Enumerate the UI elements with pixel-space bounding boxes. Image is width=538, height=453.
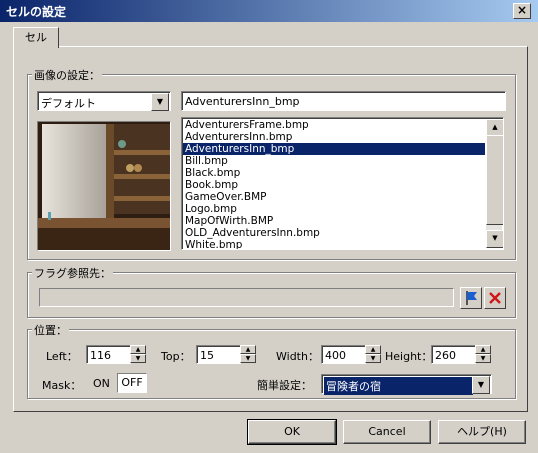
cancel-button[interactable]: Cancel — [343, 420, 431, 444]
flag-icon[interactable] — [460, 287, 482, 309]
preset-label: 簡単設定： — [257, 379, 312, 392]
height-label: Height： — [385, 350, 433, 363]
file-list-item[interactable]: MapOfWirth.BMP — [183, 215, 485, 227]
filename-value: AdventurersInn_bmp — [185, 95, 300, 108]
image-settings-label: 画像の設定： — [32, 67, 102, 83]
width-value: 400 — [325, 349, 346, 362]
width-input[interactable]: 400 — [321, 345, 366, 364]
preset-select[interactable]: 冒険者の宿 ▼ — [321, 374, 492, 395]
spin-up-icon[interactable]: ▲ — [475, 345, 491, 354]
left-label: Left： — [46, 350, 78, 363]
top-spinner[interactable]: ▲ ▼ — [240, 345, 256, 364]
file-list-scrollbar[interactable]: ▲ ▼ — [486, 119, 503, 248]
close-icon[interactable]: × — [513, 3, 531, 19]
spin-down-icon[interactable]: ▼ — [130, 354, 146, 363]
mask-on-option[interactable]: ON — [93, 377, 110, 390]
chevron-down-icon[interactable]: ▼ — [472, 376, 490, 394]
left-input[interactable]: 116 — [86, 345, 131, 364]
scroll-thumb[interactable] — [486, 135, 503, 225]
height-spinner[interactable]: ▲ ▼ — [475, 345, 491, 364]
image-preview — [37, 121, 171, 251]
file-list-item[interactable]: Logo.bmp — [183, 203, 485, 215]
red-x-icon[interactable] — [484, 287, 506, 309]
file-list-item[interactable]: OLD_AdventurersInn.bmp — [183, 227, 485, 239]
file-list-item[interactable]: AdventurersFrame.bmp — [183, 119, 485, 131]
width-spinner[interactable]: ▲ ▼ — [365, 345, 381, 364]
top-value: 15 — [200, 349, 214, 362]
folder-select-value: デフォルト — [41, 97, 96, 110]
file-list-item[interactable]: White.bmp — [183, 239, 485, 249]
file-list-item[interactable]: AdventurersInn_bmp — [183, 143, 485, 155]
file-list-item[interactable]: Book.bmp — [183, 179, 485, 191]
spin-up-icon[interactable]: ▲ — [130, 345, 146, 354]
mask-label: Mask： — [42, 379, 82, 392]
spin-down-icon[interactable]: ▼ — [475, 354, 491, 363]
file-list[interactable]: AdventurersFrame.bmp AdventurersInn.bmp Ad… — [181, 117, 504, 250]
spin-down-icon[interactable]: ▼ — [365, 354, 381, 363]
file-list-item[interactable]: Black.bmp — [183, 167, 485, 179]
left-value: 116 — [90, 349, 111, 362]
folder-select[interactable]: デフォルト ▼ — [37, 91, 171, 111]
inn-interior-image — [38, 122, 170, 250]
height-value: 260 — [435, 349, 456, 362]
filename-input[interactable]: AdventurersInn_bmp — [181, 91, 506, 111]
chevron-down-icon[interactable]: ▼ — [151, 93, 169, 111]
position-group-label: 位置： — [32, 322, 69, 338]
preset-value: 冒険者の宿 — [324, 377, 473, 395]
spin-up-icon[interactable]: ▲ — [365, 345, 381, 354]
file-list-item[interactable]: Bill.bmp — [183, 155, 485, 167]
width-label: Width： — [276, 350, 319, 363]
mask-off-option[interactable]: OFF — [117, 373, 147, 393]
scroll-down-icon[interactable]: ▼ — [486, 230, 503, 248]
top-input[interactable]: 15 — [196, 345, 241, 364]
top-label: Top： — [161, 350, 191, 363]
flag-group-label: フラグ参照先： — [32, 265, 113, 281]
spin-down-icon[interactable]: ▼ — [240, 354, 256, 363]
file-list-item[interactable]: GameOver.BMP — [183, 191, 485, 203]
help-button[interactable]: ヘルプ(H) — [438, 420, 526, 444]
left-spinner[interactable]: ▲ ▼ — [130, 345, 146, 364]
flag-field[interactable] — [39, 288, 454, 307]
height-input[interactable]: 260 — [431, 345, 476, 364]
spin-up-icon[interactable]: ▲ — [240, 345, 256, 354]
window-title: セルの設定 — [6, 5, 67, 19]
ok-button[interactable]: OK — [247, 419, 337, 445]
title-bar — [0, 0, 538, 22]
file-list-item[interactable]: AdventurersInn.bmp — [183, 131, 485, 143]
tab-cell[interactable]: セル — [13, 27, 59, 48]
